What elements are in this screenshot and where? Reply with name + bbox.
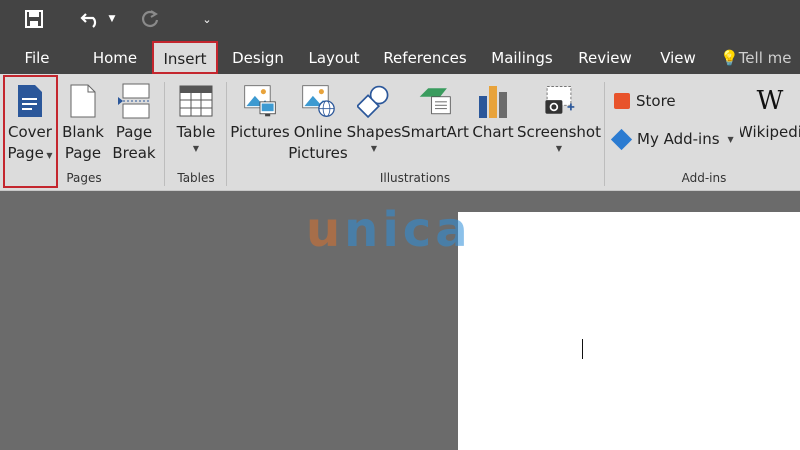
chart-button[interactable]: Chart — [470, 80, 516, 143]
blank-page-label-1: Blank — [62, 123, 104, 141]
table-label: Table — [176, 123, 216, 141]
screenshot-button[interactable]: Screenshot ▼ — [517, 80, 601, 155]
dropdown-caret-icon: ▼ — [370, 144, 378, 153]
watermark-letter: c — [402, 202, 436, 258]
dropdown-caret-icon: ▼ — [555, 144, 563, 153]
page-break-button[interactable]: Page Break — [110, 80, 158, 164]
redo-icon[interactable] — [138, 7, 162, 31]
tab-insert[interactable]: Insert — [152, 41, 218, 74]
group-label-pages: Pages — [66, 171, 102, 185]
page-break-label-1: Page — [115, 123, 153, 141]
page-break-icon — [117, 80, 151, 122]
online-pictures-label-1: Online — [293, 123, 343, 141]
watermark-letter: u — [306, 202, 345, 258]
table-button[interactable]: Table ▼ — [170, 80, 222, 155]
tab-review[interactable]: Review — [572, 38, 638, 74]
tab-file[interactable]: File — [12, 38, 62, 74]
tab-layout[interactable]: Layout — [302, 38, 366, 74]
watermark-letter: n — [344, 202, 383, 258]
watermark-letter: i — [382, 202, 403, 258]
blank-page-label-2: Page — [64, 144, 102, 162]
tab-view[interactable]: View — [650, 38, 706, 74]
undo-dropdown-icon[interactable]: ▼ — [106, 7, 118, 31]
my-addins-icon — [610, 128, 633, 150]
group-label-addins: Add-ins — [681, 171, 727, 185]
group-label-tables: Tables — [177, 171, 215, 185]
store-button[interactable]: Store — [614, 92, 676, 110]
table-icon — [179, 80, 213, 122]
wikipedia-icon: W — [756, 86, 784, 116]
cover-page-label-1: Cover — [8, 123, 52, 141]
save-icon[interactable] — [22, 7, 46, 31]
cover-page-icon — [13, 80, 47, 122]
online-pictures-icon — [301, 80, 335, 122]
store-icon — [614, 93, 630, 109]
dropdown-caret-icon: ▼ — [192, 144, 200, 153]
tell-me-text: Tell me — [738, 49, 792, 67]
watermark-letter: a — [435, 202, 472, 258]
online-pictures-button[interactable]: Online Pictures — [288, 80, 348, 164]
shapes-icon — [357, 80, 391, 122]
tab-design[interactable]: Design — [226, 38, 290, 74]
group-separator — [226, 82, 227, 186]
screenshot-label: Screenshot — [517, 123, 601, 141]
customize-qat-icon[interactable]: ⌄ — [200, 7, 214, 31]
tab-home[interactable]: Home — [84, 38, 146, 74]
store-label: Store — [636, 92, 676, 110]
text-cursor — [582, 339, 583, 359]
shapes-label: Shapes — [346, 123, 402, 141]
cover-page-label-2: Page ▼ — [7, 144, 53, 162]
my-addins-label: My Add-ins — [637, 130, 720, 148]
smartart-label: SmartArt — [401, 123, 469, 141]
blank-page-icon — [66, 80, 100, 122]
undo-icon[interactable] — [78, 7, 104, 31]
online-pictures-label-2: Pictures — [288, 144, 348, 162]
group-separator — [164, 82, 165, 186]
ribbon-insert: Cover Page ▼ Blank Page Page Break Pages… — [0, 74, 800, 191]
dropdown-caret-icon: ▼ — [43, 151, 53, 160]
page-break-label-2: Break — [112, 144, 156, 162]
tab-references[interactable]: References — [378, 38, 472, 74]
blank-page-button[interactable]: Blank Page — [60, 80, 106, 164]
quick-access-toolbar: ▼ ⌄ — [0, 0, 800, 38]
ribbon-tabs: File Home Insert Design Layout Reference… — [0, 38, 800, 74]
shapes-button[interactable]: Shapes ▼ — [346, 80, 402, 155]
group-label-illustrations: Illustrations — [379, 171, 451, 185]
dropdown-caret-icon: ▼ — [727, 134, 734, 144]
pictures-button[interactable]: Pictures — [230, 80, 290, 143]
wikipedia-label: Wikipedi — [740, 123, 800, 141]
smartart-button[interactable]: SmartArt — [401, 80, 469, 143]
tab-mailings[interactable]: Mailings — [484, 38, 560, 74]
chart-icon — [476, 80, 510, 122]
screenshot-icon — [542, 80, 576, 122]
pictures-label: Pictures — [230, 123, 290, 141]
document-page[interactable] — [458, 212, 800, 450]
wikipedia-button[interactable]: W Wikipedi — [740, 80, 800, 143]
my-addins-button[interactable]: My Add-ins ▼ — [610, 128, 734, 150]
group-separator — [604, 82, 605, 186]
pictures-icon — [243, 80, 277, 122]
unica-watermark-logo: unica — [306, 202, 472, 258]
chart-label: Chart — [472, 123, 514, 141]
smartart-icon — [418, 80, 452, 122]
cover-page-button[interactable]: Cover Page ▼ — [4, 80, 56, 164]
lightbulb-icon: 💡 — [720, 49, 739, 67]
tell-me-box[interactable]: 💡Tell me — [720, 38, 800, 74]
